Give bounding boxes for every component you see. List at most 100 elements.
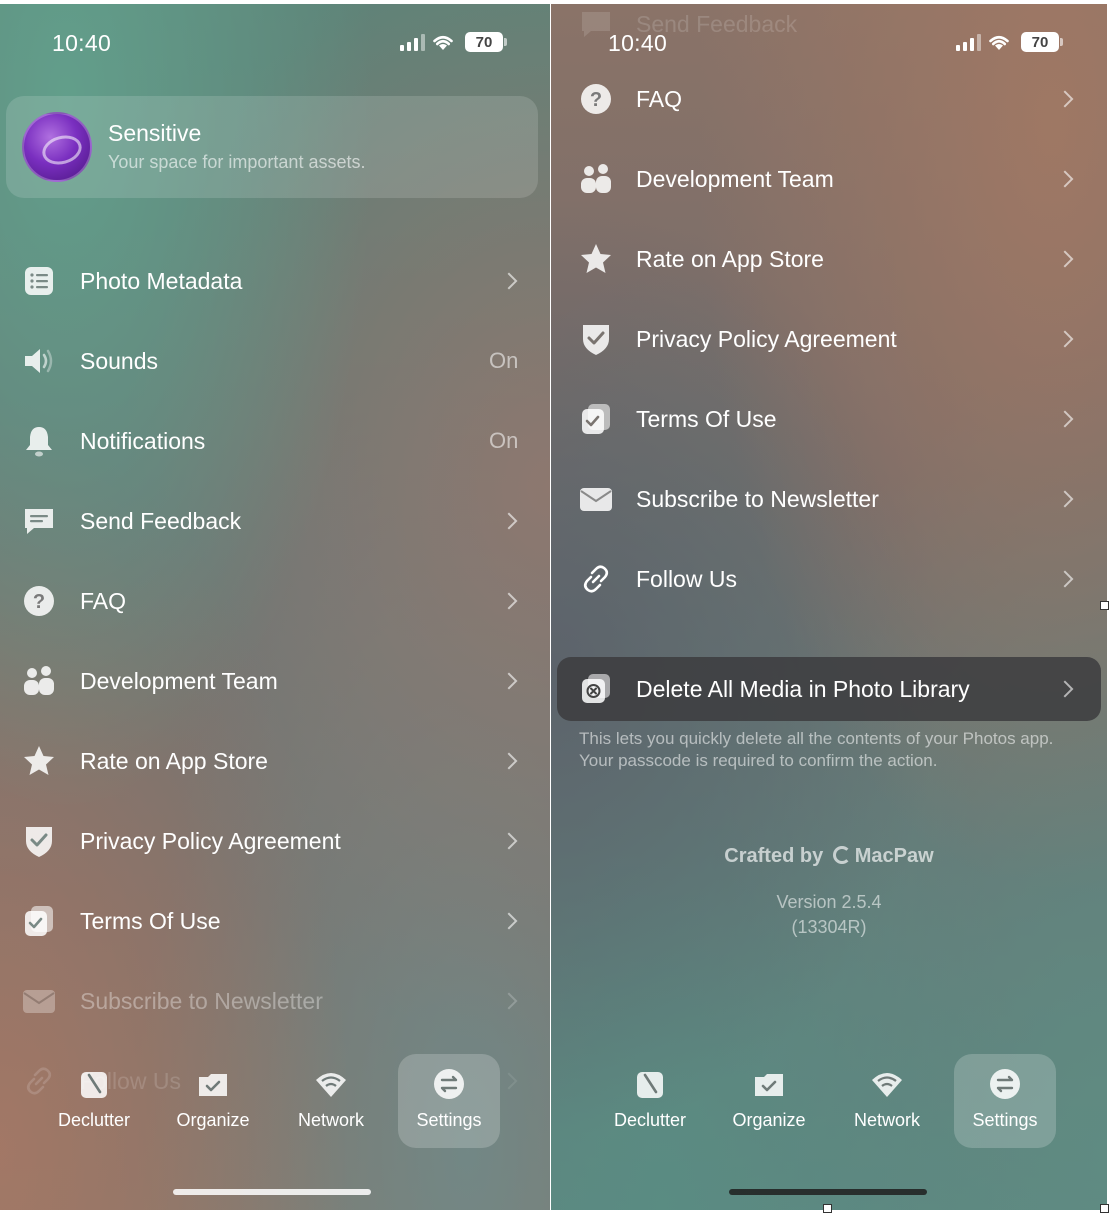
row-faq[interactable]: ? FAQ [0,561,550,641]
row-development-team[interactable]: Development Team [0,641,550,721]
delete-all-media-button[interactable]: Delete All Media in Photo Library [557,657,1101,721]
chevron-right-icon [1056,680,1074,698]
row-label: Subscribe to Newsletter [80,987,323,1014]
row-label: FAQ [636,85,683,112]
row-terms-of-use[interactable]: Terms Of Use [0,881,550,961]
row-photo-metadata[interactable]: Photo Metadata [0,241,550,321]
chevron-right-icon [500,992,518,1010]
chevron-right-icon [500,912,518,930]
svg-text:?: ? [590,89,602,111]
danger-label: Delete All Media in Photo Library [636,676,970,702]
row-label: Privacy Policy Agreement [636,325,897,352]
row-subscribe-newsletter[interactable]: Subscribe to Newsletter [551,459,1107,539]
organize-icon [752,1068,786,1100]
profile-subtitle: Your space for important assets. [108,152,366,172]
chevron-right-icon [1056,90,1074,108]
row-terms-of-use[interactable]: Terms Of Use [551,379,1107,459]
home-indicator[interactable] [173,1189,371,1195]
document-check-icon [20,902,58,940]
brand-name: MacPaw [854,845,934,867]
tab-label: Organize [732,1110,806,1130]
settings-icon [988,1068,1022,1100]
selection-handle[interactable] [1100,1204,1109,1213]
row-rate-app-store[interactable]: Rate on App Store [551,219,1107,299]
chevron-right-icon [500,832,518,850]
tab-label: Settings [416,1110,482,1130]
sensitive-avatar-icon [22,112,92,182]
row-faq[interactable]: ? FAQ [551,59,1107,139]
wifi-icon [989,35,1009,50]
tab-declutter[interactable]: Declutter [43,1054,145,1148]
chevron-right-icon [500,752,518,770]
chevron-right-icon [1056,250,1074,268]
profile-card[interactable]: Sensitive Your space for important asset… [6,96,538,198]
chevron-right-icon [500,272,518,290]
settings-screen-top: 10:40 70 Sensitive Your space for import… [0,4,550,1210]
row-label: Subscribe to Newsletter [636,485,879,512]
question-mark-icon: ? [577,80,615,118]
row-label: Privacy Policy Agreement [80,827,341,854]
declutter-icon [633,1068,667,1100]
tab-label: Declutter [613,1110,687,1130]
tab-settings[interactable]: Settings [398,1054,500,1148]
row-label: Rate on App Store [80,747,268,774]
tab-declutter[interactable]: Declutter [599,1054,701,1148]
envelope-icon [577,480,615,518]
cellular-signal-icon [400,33,425,51]
sounds-value: On [489,348,519,373]
chevron-right-icon [500,592,518,610]
settings-icon [432,1068,466,1100]
row-label: Photo Metadata [80,267,243,294]
tab-organize[interactable]: Organize [162,1054,264,1148]
selection-handle[interactable] [823,1204,832,1213]
link-icon [577,560,615,598]
row-notifications[interactable]: Notifications On [0,401,550,481]
chevron-right-icon [1056,490,1074,508]
people-icon [20,662,58,700]
tab-label: Network [297,1110,364,1130]
row-privacy-policy[interactable]: Privacy Policy Agreement [551,299,1107,379]
row-follow-us[interactable]: Follow Us [551,539,1107,619]
row-label: Development Team [636,165,834,192]
row-rate-app-store[interactable]: Rate on App Store [0,721,550,801]
row-label: Terms Of Use [80,907,221,934]
status-icons: 70 [400,32,507,52]
build-text: (13304R) [791,917,867,937]
notifications-value: On [489,428,519,453]
row-label: Rate on App Store [636,245,824,272]
network-icon [870,1068,904,1100]
shield-check-icon [577,320,615,358]
tab-label: Declutter [57,1110,131,1130]
chevron-right-icon [500,672,518,690]
home-indicator[interactable] [729,1189,927,1195]
organize-icon [196,1068,230,1100]
selection-handle[interactable] [1100,601,1109,610]
chevron-right-icon [500,512,518,530]
row-label: Sounds [80,347,159,374]
tab-network[interactable]: Network [836,1054,938,1148]
version-text: Version 2.5.4 [776,892,882,912]
battery-icon: 70 [1021,32,1063,52]
tab-network[interactable]: Network [280,1054,382,1148]
chevron-right-icon [1056,570,1074,588]
wifi-icon [433,35,453,50]
chat-bubble-icon [20,502,58,540]
status-time: 10:40 [52,30,112,56]
row-subscribe-newsletter[interactable]: Subscribe to Newsletter [0,961,550,1041]
chevron-right-icon [1056,330,1074,348]
status-icons: 70 [956,32,1063,52]
envelope-icon [20,982,58,1020]
status-time: 10:40 [608,30,668,56]
row-development-team[interactable]: Development Team [551,139,1107,219]
row-privacy-policy[interactable]: Privacy Policy Agreement [0,801,550,881]
settings-screen-bottom: Send Feedback 10:40 70 ? FAQ Development… [551,4,1107,1210]
star-icon [577,240,615,278]
row-send-feedback[interactable]: Send Feedback [0,481,550,561]
question-mark-icon: ? [20,582,58,620]
chevron-right-icon [1056,170,1074,188]
tab-settings[interactable]: Settings [954,1054,1056,1148]
tab-label: Network [853,1110,920,1130]
declutter-icon [77,1068,111,1100]
row-sounds[interactable]: Sounds On [0,321,550,401]
tab-organize[interactable]: Organize [718,1054,820,1148]
